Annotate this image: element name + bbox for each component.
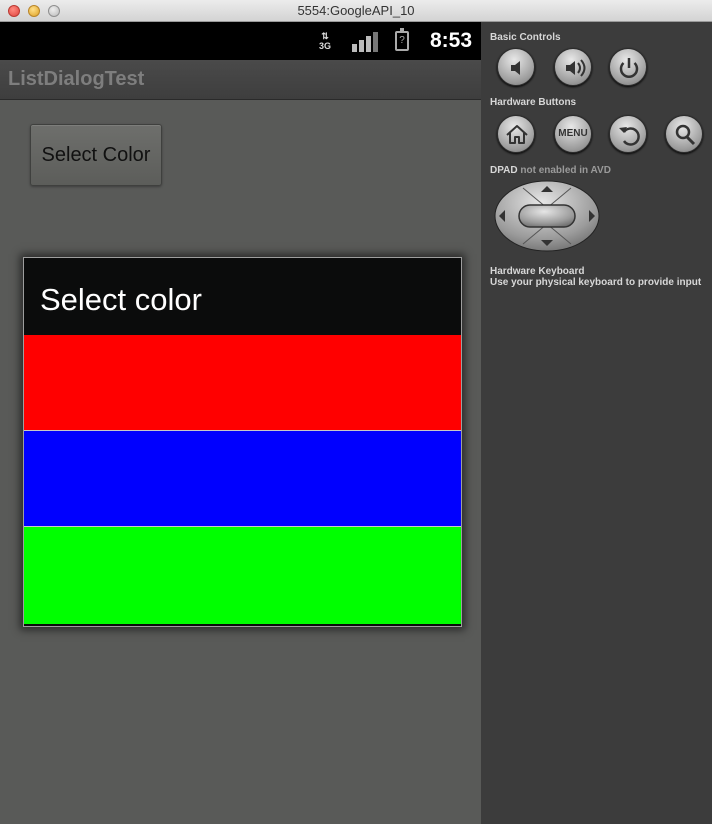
color-item-blue[interactable] [24,431,461,527]
battery-unknown-icon: ? [395,28,409,51]
signal-strength-icon [352,32,378,52]
search-icon[interactable] [665,115,703,153]
dpad-label: DPAD [490,165,518,176]
app-title-bar: ListDialogTest [0,60,481,100]
app-title: ListDialogTest [8,68,145,90]
menu-button-label: MENU [558,128,588,139]
color-item-red[interactable] [24,335,461,431]
select-color-dialog: Select color [23,257,462,627]
dpad-icon [493,180,601,252]
status-bar: ⇅ 3G ? 8:53 [0,22,481,60]
window-titlebar: 5554:GoogleAPI_10 [0,0,712,22]
network-3g-icon: ⇅ 3G [318,31,331,51]
hardware-buttons-heading: Hardware Buttons [490,97,577,108]
device-screen: ⇅ 3G ? 8:53 ListDialogTest Select Color … [0,22,481,824]
keyboard-heading: Hardware Keyboard [490,266,585,277]
keyboard-note: Use your physical keyboard to provide in… [490,277,702,288]
basic-controls-heading: Basic Controls [490,32,561,43]
window-title: 5554:GoogleAPI_10 [297,3,415,18]
volume-down-icon[interactable] [497,48,535,86]
emulator-controls-panel: Basic Controls Hardware Buttons MENU DPA… [481,22,712,824]
color-list [24,335,461,624]
dpad-heading: DPAD not enabled in AVD [490,165,611,176]
color-item-green[interactable] [24,527,461,624]
back-icon[interactable] [609,115,647,153]
status-clock: 8:53 [429,29,472,52]
menu-icon[interactable]: MENU [554,115,592,153]
select-color-button[interactable]: Select Color [30,124,162,186]
dialog-title: Select color [40,282,202,317]
power-icon[interactable] [609,48,647,86]
volume-up-icon[interactable] [554,48,592,86]
dpad-note: not enabled in AVD [520,165,611,176]
home-icon[interactable] [497,115,535,153]
